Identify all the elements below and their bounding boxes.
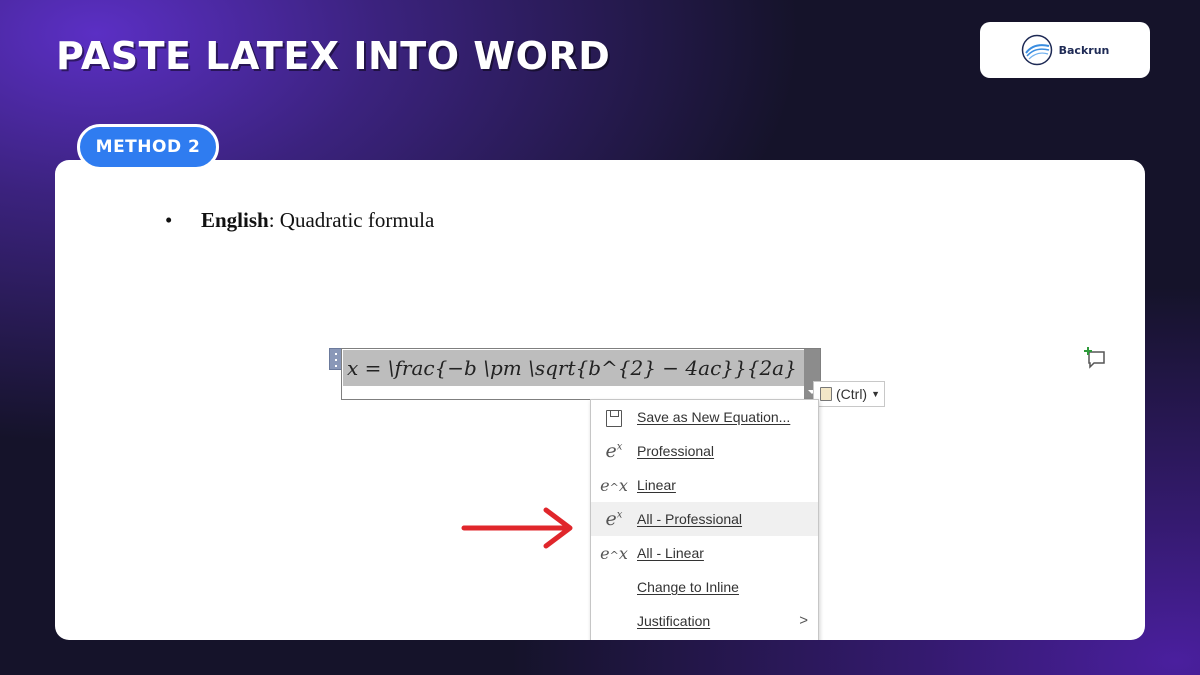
menu-item-label: Professional <box>637 443 715 459</box>
red-arrow-icon <box>461 507 573 549</box>
method-badge: METHOD 2 <box>77 124 219 170</box>
page-title: PASTE LATEX INTO WORD <box>56 34 611 78</box>
bullet-icon: • <box>165 208 173 232</box>
bullet-line: • English: Quadratic formula <box>165 208 435 233</box>
equation-context-menu: Save as New Equation... ex Professional … <box>590 399 819 640</box>
menu-item-label: Save as New Equation... <box>637 409 791 425</box>
bullet-bold-text: English <box>201 208 269 232</box>
new-comment-icon[interactable] <box>1083 346 1107 370</box>
menu-item-all-linear[interactable]: e^x All - Linear <box>591 536 818 570</box>
professional-format-icon: ex <box>605 508 623 530</box>
paste-options-label: (Ctrl) <box>836 386 868 402</box>
menu-item-professional[interactable]: ex Professional <box>591 434 818 468</box>
chevron-right-icon: > <box>799 612 808 629</box>
chevron-down-icon: ▼ <box>871 389 881 399</box>
menu-item-label: All - Linear <box>637 545 704 561</box>
menu-item-save-as-new-equation[interactable]: Save as New Equation... <box>591 400 818 434</box>
linear-format-icon: e^x <box>600 475 628 495</box>
menu-item-linear[interactable]: e^x Linear <box>591 468 818 502</box>
menu-item-label: All - Professional <box>637 511 743 527</box>
linear-format-icon: e^x <box>600 543 628 563</box>
professional-format-icon: ex <box>605 440 623 462</box>
menu-item-all-professional[interactable]: ex All - Professional <box>591 502 818 536</box>
menu-item-justification[interactable]: Justification > <box>591 604 818 638</box>
equation-text[interactable]: x = \frac{−b \pm \sqrt{b^{2} − 4ac}}{2a} <box>343 350 805 386</box>
equation-box[interactable]: x = \frac{−b \pm \sqrt{b^{2} − 4ac}}{2a} <box>341 348 821 400</box>
word-document-panel: • English: Quadratic formula x = \frac{−… <box>55 160 1145 640</box>
menu-item-change-to-inline[interactable]: Change to Inline <box>591 570 818 604</box>
menu-item-label: Linear <box>637 477 676 493</box>
clipboard-icon <box>820 387 832 401</box>
save-icon <box>591 406 637 428</box>
backrun-logo-icon <box>1021 34 1052 66</box>
menu-item-label: Change to Inline <box>637 579 739 595</box>
brand-logo: Backrun <box>980 22 1150 78</box>
paste-options-button[interactable]: (Ctrl) ▼ <box>813 381 886 407</box>
menu-item-label: Justification <box>637 613 711 629</box>
bullet-text: : Quadratic formula <box>268 208 435 232</box>
brand-name: Backrun <box>1058 43 1110 57</box>
